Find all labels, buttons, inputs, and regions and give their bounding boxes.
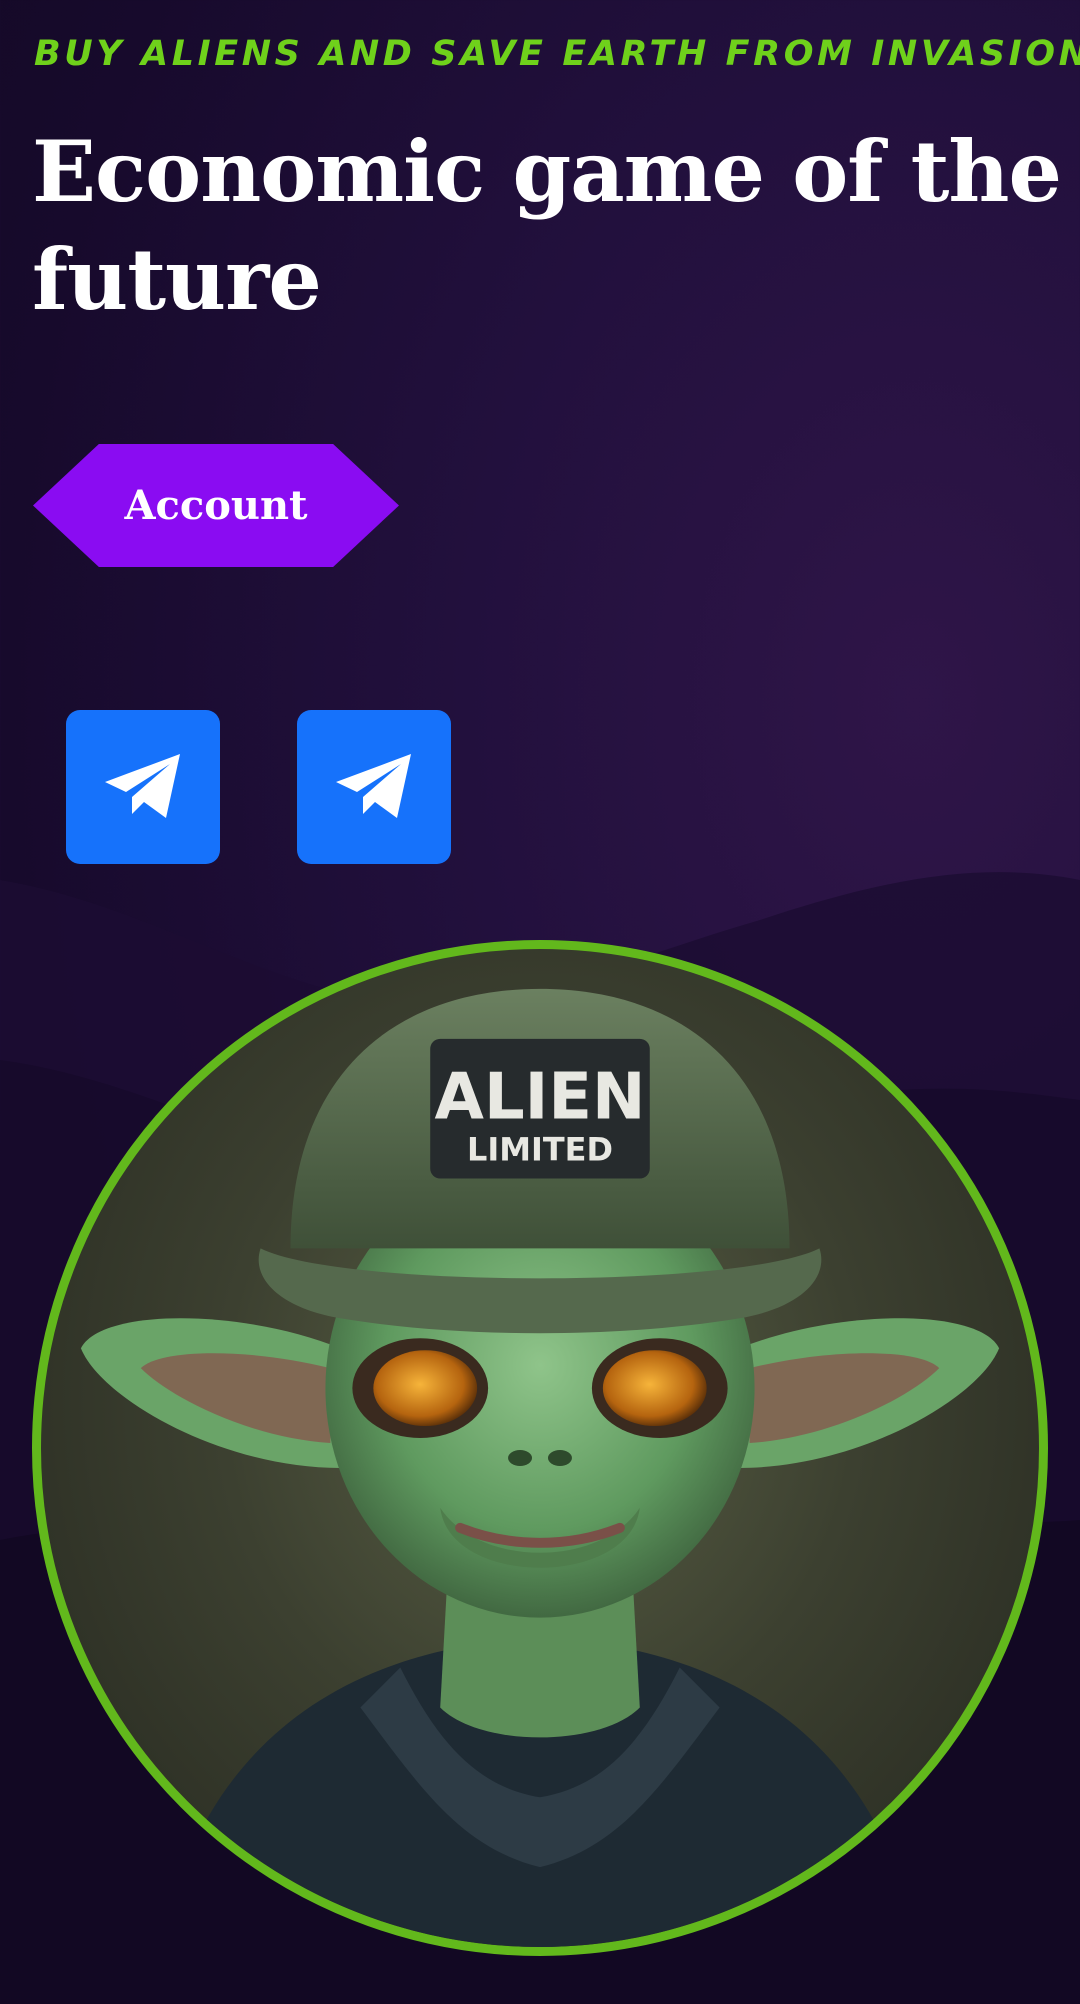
- telegram-icon: [336, 754, 411, 818]
- account-button[interactable]: Account: [33, 444, 399, 567]
- telegram-icon: [105, 754, 180, 818]
- cap-logo-subtext: LIMITED: [467, 1131, 613, 1169]
- telegram-button-2[interactable]: [297, 710, 451, 864]
- alien-avatar: ALIEN LIMITED: [32, 940, 1048, 1956]
- page-title: Economic game of the future: [32, 122, 1062, 329]
- cap-logo-text: ALIEN: [435, 1061, 646, 1135]
- telegram-button-1[interactable]: [66, 710, 220, 864]
- hero-tagline: BUY ALIENS AND SAVE EARTH FROM INVASION: [34, 34, 1080, 74]
